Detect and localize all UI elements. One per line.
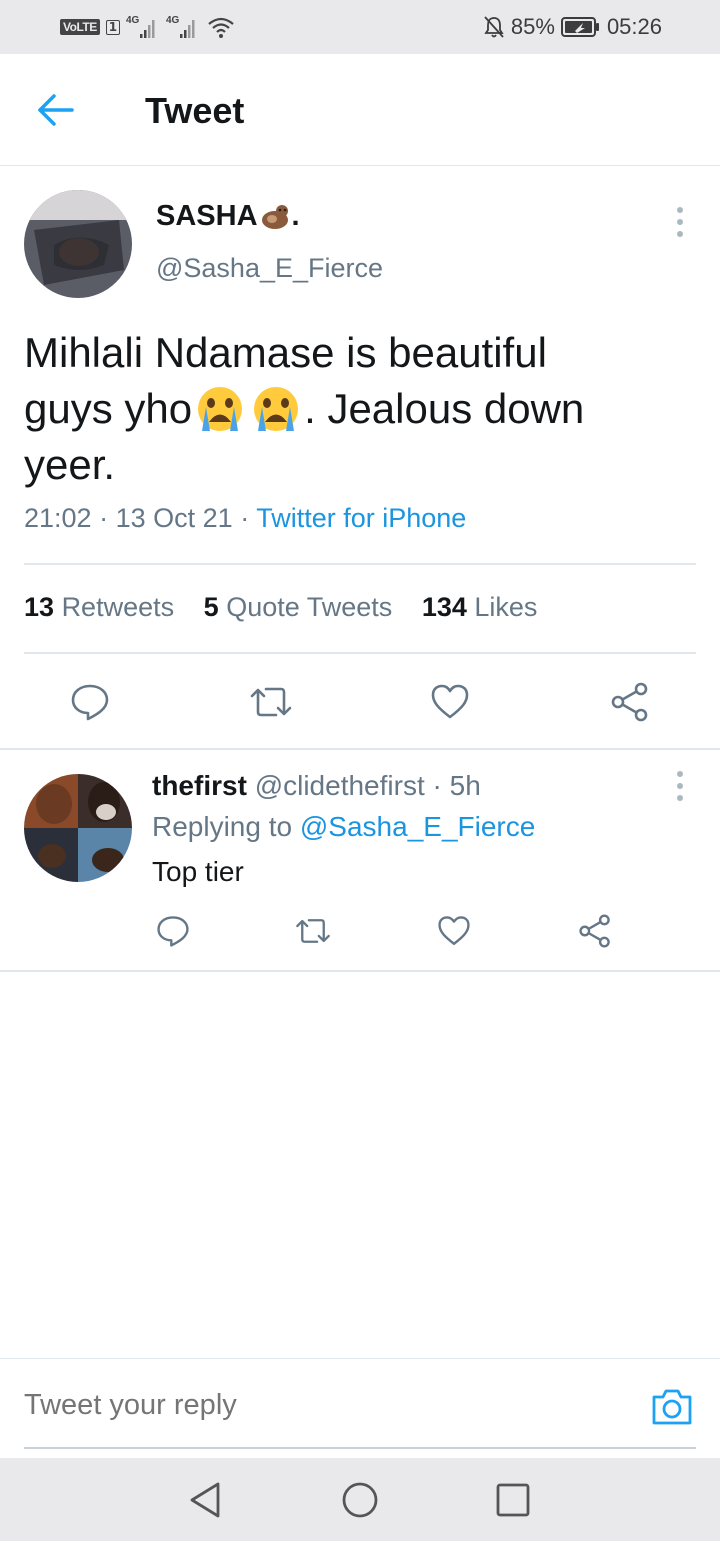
back-arrow-icon[interactable] — [34, 90, 78, 130]
network-type-label: 4G — [126, 15, 140, 26]
likes-count: 134 — [421, 592, 467, 622]
replying-prefix: Replying to — [152, 811, 293, 842]
meta-separator-2: · — [240, 503, 257, 533]
tweet-text: Mihlali Ndamase is beautiful guys yho . … — [24, 325, 696, 493]
page-title: Tweet — [145, 90, 245, 131]
avatar-image — [24, 190, 132, 298]
reply-text: Top tier — [152, 856, 244, 887]
reply-author-name[interactable]: thefirst — [152, 770, 247, 801]
reply-composer — [0, 1358, 720, 1458]
crying-face-icon-2 — [254, 387, 299, 431]
replying-mention-link[interactable]: @Sasha_E_Fierce — [300, 811, 535, 842]
tweet-date: 13 Oct 21 — [115, 503, 233, 533]
app-header: Tweet — [0, 54, 720, 166]
bell-off-icon — [484, 16, 504, 38]
signal-icon: 4G — [126, 15, 155, 38]
tweet-text-line-2: guys yho . Jealous down — [24, 381, 696, 437]
status-bar: VoLTE 1 4G 4G 85% 05:26 — [0, 0, 720, 54]
quotes-count: 5 — [203, 592, 219, 622]
reply-header: thefirst @clidethefirst · 5h — [152, 770, 481, 802]
status-left: VoLTE 1 4G 4G — [60, 14, 236, 40]
crying-face-icon — [198, 387, 243, 431]
divider — [0, 970, 720, 972]
retweets-stat[interactable]: 13 Retweets — [24, 592, 174, 622]
battery-icon — [560, 17, 599, 37]
reply-avatar-image — [24, 774, 132, 882]
author-name-text: SASHA — [156, 200, 258, 232]
quotes-label: Quote Tweets — [226, 592, 393, 622]
tweet-meta: 21:02 · 13 Oct 21 · Twitter for iPhone — [24, 503, 466, 534]
retweets-label: Retweets — [61, 592, 175, 622]
retweet-icon[interactable] — [248, 682, 294, 722]
battery-percent: 85% — [510, 14, 555, 39]
crying-emoji — [192, 381, 304, 437]
volte-indicator: VoLTE — [60, 19, 100, 35]
author-avatar[interactable] — [24, 190, 132, 298]
reply-input[interactable] — [24, 1389, 624, 1422]
system-nav-bar — [0, 1458, 720, 1541]
author-handle[interactable]: @Sasha_E_Fierce — [156, 253, 383, 284]
reply-like-icon[interactable] — [437, 914, 471, 948]
signal-icon-2: 4G — [166, 15, 195, 38]
tweet-text-part-b: . Jealous down — [304, 385, 585, 432]
reply-input-underline — [24, 1447, 696, 1449]
likes-stat[interactable]: 134 Likes — [422, 592, 538, 622]
reply-age: 5h — [449, 770, 481, 801]
reply-retweet-icon[interactable] — [294, 914, 332, 948]
divider — [24, 652, 696, 654]
meta-separator: · — [99, 503, 116, 533]
tweet-text-line-3: yeer. — [24, 441, 116, 488]
tweet-time: 21:02 — [24, 503, 92, 533]
like-icon[interactable] — [430, 682, 470, 722]
reply-icon[interactable] — [70, 682, 110, 722]
divider — [0, 748, 720, 750]
wifi-icon — [208, 17, 234, 38]
otter-emoji-icon — [261, 204, 288, 229]
sim-indicator: 1 — [105, 19, 121, 35]
tweet-text-part-a: guys yho — [24, 385, 193, 432]
reply-avatar[interactable] — [24, 774, 132, 882]
camera-icon[interactable] — [650, 1387, 694, 1427]
quote-tweets-stat[interactable]: 5 Quote Tweets — [204, 592, 393, 622]
share-icon[interactable] — [610, 682, 650, 722]
reply-reply-icon[interactable] — [156, 914, 190, 948]
more-options-icon[interactable] — [670, 204, 690, 240]
meta-separator: · — [432, 770, 442, 801]
reply-more-options-icon[interactable] — [670, 768, 690, 804]
likes-label: Likes — [474, 592, 538, 622]
author-name[interactable]: SASHA . — [156, 200, 300, 233]
retweets-count: 13 — [24, 592, 55, 622]
author-name-suffix: . — [291, 200, 300, 232]
reply-share-icon[interactable] — [578, 914, 612, 948]
replying-to: Replying to @Sasha_E_Fierce — [152, 811, 535, 843]
tweet-source-link[interactable]: Twitter for iPhone — [256, 503, 466, 533]
network-type-label-2: 4G — [166, 15, 180, 26]
nav-back-icon[interactable] — [186, 1480, 226, 1520]
divider — [24, 563, 696, 565]
tweet-stats: 13 Retweets 5 Quote Tweets 134 Likes — [24, 592, 537, 623]
nav-home-icon[interactable] — [340, 1480, 380, 1520]
status-right: 85% 05:26 — [483, 12, 662, 42]
tweet-text-line-1: Mihlali Ndamase is beautiful — [24, 329, 547, 376]
reply-author-handle[interactable]: @clidethefirst — [255, 770, 425, 801]
clock: 05:26 — [606, 14, 662, 39]
nav-recents-icon[interactable] — [493, 1480, 533, 1520]
